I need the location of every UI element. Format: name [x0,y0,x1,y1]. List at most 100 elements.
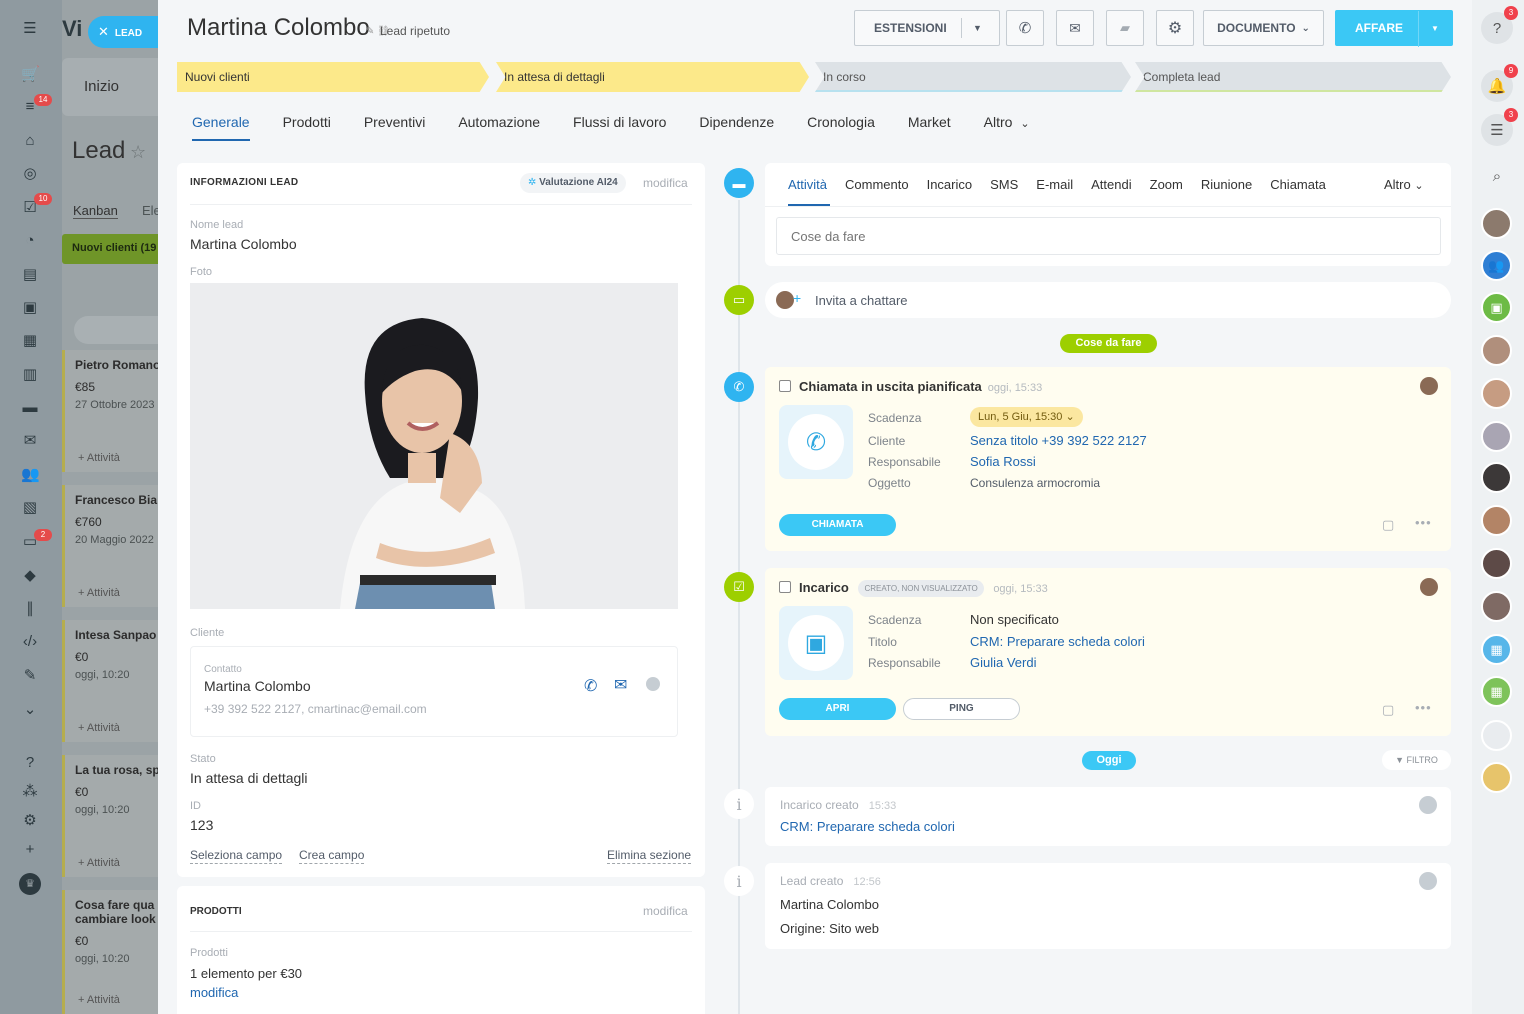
call-button[interactable]: CHIAMATA [779,514,896,536]
tab-quotes[interactable]: Preventivi [364,114,425,141]
chevron-down-icon[interactable]: ▼ [973,23,982,33]
avatar[interactable] [1481,378,1512,409]
tab-email[interactable]: E-mail [1036,177,1073,192]
help-icon[interactable]: ? [21,754,39,772]
tab-general[interactable]: Generale [192,114,250,141]
calendar-icon[interactable]: ▦ [21,332,39,350]
cart-icon[interactable]: 🛒 [21,66,40,84]
document-icon[interactable]: ▥ [21,366,39,384]
target-icon[interactable]: ◎ [21,165,39,183]
circle-down-icon[interactable]: ⌄ [21,701,39,719]
mail-button[interactable]: ✉ [1056,10,1094,46]
bg-card[interactable]: Intesa Sanpao €0 oggi, 10:20 + Attività [62,620,158,742]
building-icon[interactable]: ⌂ [21,132,39,150]
stage-complete[interactable]: Completa lead [1135,62,1451,92]
menu-icon[interactable]: ☰ [21,20,39,38]
tab-sms[interactable]: SMS [990,177,1018,192]
view-other[interactable]: Ele [142,203,158,218]
deadline-badge[interactable]: Lun, 5 Giu, 15:30 ⌄ [970,407,1083,427]
chat-icon[interactable] [646,677,660,691]
deal-button[interactable]: AFFARE ▼ [1335,10,1453,47]
products-edit-link[interactable]: modifica [190,985,238,1000]
crown-icon[interactable]: ♛ [19,873,41,895]
select-field-link[interactable]: Seleziona campo [190,848,283,864]
box-icon[interactable]: ◆ [21,567,39,585]
chat-icon[interactable]: ▣ [21,299,39,317]
history-link[interactable]: CRM: Preparare scheda colori [780,819,955,834]
tab-wait[interactable]: Attendi [1091,177,1131,192]
avatar[interactable] [1481,462,1512,493]
contact-card-icon[interactable]: ▧ [21,499,39,517]
more-icon[interactable]: ••• [1415,700,1432,715]
note-icon[interactable]: ▢ [1382,517,1394,533]
bg-card[interactable]: La tua rosa, sp €0 oggi, 10:20 + Attività [62,755,158,877]
sign-icon[interactable]: ∥ [21,600,39,618]
tab-zoom[interactable]: Zoom [1150,177,1183,192]
help-button[interactable]: ? 3 [1481,6,1518,44]
create-field-link[interactable]: Crea campo [299,848,365,864]
calendar-chat-icon[interactable]: ▦ [1481,634,1512,665]
avatar[interactable] [1481,505,1512,536]
star-icon[interactable]: ☆ [130,142,146,163]
mail-icon[interactable]: ✉ [614,675,627,695]
tab-market[interactable]: Market [908,114,951,141]
people-icon[interactable]: 👥 [21,466,40,484]
view-kanban[interactable]: Kanban [73,203,118,219]
stage-waiting-details[interactable]: In attesa di dettagli [496,62,809,92]
tab-activity[interactable]: Attività [788,177,827,192]
chevron-down-icon[interactable]: ▼ [1431,24,1439,33]
tab-more[interactable]: Altro ⌄ [1384,177,1424,192]
search-button[interactable]: ⌕ [1481,160,1513,192]
bg-card[interactable]: Cosa fare qua cambiare look €0 oggi, 10:20 +… [62,890,158,1014]
note-icon[interactable]: ▢ [1382,702,1394,718]
avatar[interactable] [1481,720,1512,751]
settings-button[interactable]: ⚙ [1156,10,1194,46]
avatar[interactable] [1481,421,1512,452]
group-chat-icon[interactable]: 👥 [1481,250,1512,281]
home-link[interactable]: Inizio [84,78,119,95]
tab-more[interactable]: Altro ⌄ [984,114,1030,141]
tab-history[interactable]: Cronologia [807,114,875,141]
tab-workflows[interactable]: Flussi di lavoro [573,114,666,141]
phone-icon[interactable]: ✆ [584,676,597,696]
owner-link[interactable]: Sofia Rossi [970,454,1036,469]
delete-section-link[interactable]: Elimina sezione [607,848,692,864]
settings-icon[interactable]: ⚙ [21,812,39,830]
tab-dependencies[interactable]: Dipendenze [699,114,774,141]
more-icon[interactable]: ••• [1415,515,1432,530]
avatar[interactable] [1481,208,1512,239]
messages-button[interactable]: ☰ 3 [1481,108,1518,146]
bg-card[interactable]: Francesco Bia €760 20 Maggio 2022 + Attivit… [62,485,158,607]
storage-icon[interactable]: ▬ [21,399,39,417]
filter-button[interactable]: ▼ FILTRO [1382,750,1451,770]
contact-name[interactable]: Martina Colombo [204,678,311,694]
owner-link[interactable]: Giulia Verdi [970,655,1036,670]
open-button[interactable]: APRI [779,698,896,720]
stage-in-progress[interactable]: In corso [815,62,1131,92]
tab-automation[interactable]: Automazione [458,114,540,141]
tab-products[interactable]: Prodotti [283,114,331,141]
ping-button[interactable]: PING [903,698,1020,720]
avatar[interactable] [1481,762,1512,793]
client-link[interactable]: Senza titolo +39 392 522 2127 [970,433,1147,448]
stage-new-clients[interactable]: Nuovi clienti [177,62,489,92]
tab-call[interactable]: Chiamata [1270,177,1326,192]
mail-icon[interactable]: ✉ [21,432,39,450]
tab-comment[interactable]: Commento [845,177,909,192]
avatar[interactable] [1481,335,1512,366]
document-button[interactable]: DOCUMENTO ⌄ [1203,10,1324,46]
edit-link[interactable]: modifica [643,176,688,190]
todo-input[interactable] [776,217,1441,255]
tab-meeting[interactable]: Riunione [1201,177,1252,192]
extensions-button[interactable]: ESTENSIONI ▼ [854,10,1000,46]
plus-icon[interactable]: + [21,841,39,859]
task-title-link[interactable]: CRM: Preparare scheda colori [970,634,1145,649]
call-checkbox[interactable] [779,380,791,392]
code-icon[interactable]: ‹/› [21,633,39,651]
calendar-chat-icon[interactable]: ▦ [1481,676,1512,707]
pen-icon[interactable]: ✎ [21,667,39,685]
invite-chat-bar[interactable]: + Invita a chattare [765,282,1451,318]
ai-rating-button[interactable]: ✲ Valutazione AI24 [520,173,626,193]
chat-button[interactable]: ▰ [1106,10,1144,46]
bg-card[interactable]: Pietro Romano €85 27 Ottobre 2023 + Attivit… [62,350,158,472]
